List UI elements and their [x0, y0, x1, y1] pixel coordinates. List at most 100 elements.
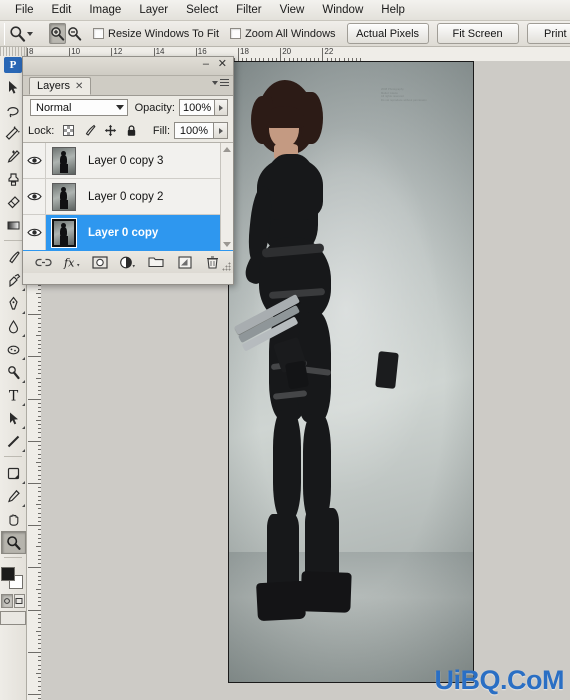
lock-label: Lock: — [28, 124, 55, 137]
standard-mode-icon[interactable] — [1, 594, 13, 608]
layer-thumbnail-1[interactable] — [50, 182, 78, 212]
menu-filter[interactable]: Filter — [227, 2, 271, 18]
screen-mode-button[interactable] — [0, 611, 26, 625]
eyedropper-more-icon — [19, 504, 25, 507]
print-size-button[interactable]: Print Size — [526, 23, 570, 44]
panel-close-button[interactable]: ✕ — [218, 58, 227, 70]
opacity-label: Opacity: — [134, 101, 175, 114]
notes-tool-icon[interactable] — [1, 462, 26, 485]
hand-tool-icon[interactable] — [1, 508, 26, 531]
fit-screen-button[interactable]: Fit Screen — [436, 23, 519, 44]
menu-view[interactable]: View — [271, 2, 314, 18]
layers-panel[interactable]: – ✕ Layers ✕ Normal Opacity: 100% Lock: … — [22, 56, 234, 285]
opacity-slider-button[interactable] — [215, 99, 228, 116]
layer-thumb-image-1 — [52, 182, 76, 211]
quick-mask-mode-icon[interactable] — [13, 594, 25, 608]
tool-preset-chevron-down-icon[interactable] — [27, 31, 33, 36]
layer-name-1[interactable]: Layer 0 copy 2 — [88, 191, 163, 203]
menu-select[interactable]: Select — [177, 2, 227, 18]
resize-windows-to-fit-checkbox[interactable]: Resize Windows To Fit — [93, 28, 219, 40]
blend-mode-chevron-down-icon — [115, 105, 124, 110]
foreground-color-swatch[interactable] — [1, 567, 15, 581]
layers-panel-titlebar[interactable]: – ✕ — [23, 57, 233, 76]
zoom-all-windows-checkbox[interactable]: Zoom All Windows — [230, 28, 336, 40]
lock-position-icon[interactable] — [103, 124, 117, 138]
quick-mask-mode-buttons[interactable] — [1, 594, 25, 608]
scroll-up-arrow-icon[interactable] — [221, 143, 234, 155]
panel-resize-grip[interactable] — [222, 262, 231, 271]
layer-name-2[interactable]: Layer 0 copy — [88, 227, 158, 239]
new-adjustment-layer-icon[interactable] — [119, 253, 137, 271]
menu-help[interactable]: Help — [372, 2, 414, 18]
zoom-out-button[interactable] — [66, 23, 83, 44]
layer-thumbnail-2[interactable] — [50, 217, 78, 248]
ruler-tick — [28, 314, 41, 316]
pen-tool-icon[interactable] — [1, 292, 26, 315]
sponge-tool-icon[interactable] — [1, 338, 26, 361]
layer-thumbnail-0[interactable] — [50, 146, 78, 176]
type-tool-icon[interactable]: T — [1, 384, 26, 407]
lock-buttons-group — [61, 124, 138, 138]
ruler-tick — [28, 567, 41, 569]
blend-mode-select[interactable]: Normal — [30, 99, 128, 116]
blur-tool-icon[interactable] — [1, 315, 26, 338]
zoom-all-windows-checkbox-box[interactable] — [230, 28, 242, 39]
eyedropper-tool-icon[interactable] — [1, 485, 26, 508]
panel-menu-button[interactable] — [212, 79, 229, 86]
tab-layers[interactable]: Layers ✕ — [29, 77, 92, 95]
layer-visibility-toggle-0[interactable] — [23, 143, 46, 178]
menu-layer[interactable]: Layer — [130, 2, 177, 18]
lock-image-pixels-icon[interactable] — [82, 124, 96, 138]
layer-style-fx-icon[interactable]: fx — [62, 253, 80, 271]
layer-visibility-toggle-1[interactable] — [23, 179, 46, 214]
options-bar-grip[interactable] — [4, 22, 5, 45]
layer-row-1[interactable]: Layer 0 copy 2 — [23, 179, 233, 215]
lock-fill-row: Lock: Fill: 100% — [23, 119, 233, 142]
line-more-icon — [19, 449, 25, 452]
ruler-label: 18 — [240, 47, 249, 56]
zoom-tool-icon[interactable] — [0, 531, 26, 554]
ruler-label: 10 — [71, 47, 81, 56]
menu-file[interactable]: File — [6, 2, 43, 18]
delete-layer-icon[interactable] — [204, 253, 222, 271]
dodge-tool-icon[interactable] — [1, 361, 26, 384]
new-group-icon[interactable] — [147, 253, 165, 271]
actual-pixels-button[interactable]: Actual Pixels — [346, 23, 429, 44]
scroll-down-arrow-icon[interactable] — [221, 238, 234, 250]
add-layer-mask-icon[interactable] — [91, 253, 109, 271]
layer-list[interactable]: Layer 0 copy 3 Layer 0 copy 2 Layer 0 co… — [23, 142, 233, 251]
new-layer-icon[interactable] — [176, 253, 194, 271]
layer-thumb-image-2 — [51, 217, 77, 248]
active-tool-zoom-icon[interactable] — [9, 24, 26, 44]
link-layers-icon[interactable] — [34, 253, 52, 271]
ruler-tick — [28, 609, 41, 611]
resize-windows-checkbox-box[interactable] — [93, 28, 104, 39]
layers-panel-tabrow: Layers ✕ — [23, 76, 233, 96]
menu-window[interactable]: Window — [313, 2, 372, 18]
menu-edit[interactable]: Edit — [43, 2, 81, 18]
color-swatches[interactable] — [0, 566, 26, 590]
path-selection-tool-icon[interactable] — [1, 407, 26, 430]
layer-name-0[interactable]: Layer 0 copy 3 — [88, 155, 163, 167]
menu-bar: File Edit Image Layer Select Filter View… — [0, 0, 570, 21]
line-tool-icon[interactable] — [1, 430, 26, 453]
layer-row-0[interactable]: Layer 0 copy 3 — [23, 143, 233, 179]
layer-visibility-toggle-2[interactable] — [23, 215, 46, 250]
ruler-tick — [238, 48, 239, 61]
blend-opacity-row: Normal Opacity: 100% — [23, 96, 233, 119]
panel-minimize-button[interactable]: – — [203, 58, 209, 70]
layer-list-scrollbar[interactable] — [220, 143, 233, 250]
tab-layers-label: Layers — [37, 80, 71, 92]
image-canvas[interactable]: 2008 Photography Model: Alexia All right… — [228, 61, 474, 683]
zoom-in-button[interactable] — [49, 23, 66, 44]
lock-transparent-pixels-icon[interactable] — [61, 124, 75, 138]
fill-input[interactable]: 100% — [174, 122, 214, 139]
layer-thumb-image-0 — [52, 146, 76, 175]
opacity-input[interactable]: 100% — [178, 99, 216, 116]
toolbox-grip[interactable] — [0, 47, 26, 56]
menu-image[interactable]: Image — [80, 2, 130, 18]
lock-all-icon[interactable] — [124, 124, 138, 138]
fill-slider-button[interactable] — [214, 122, 228, 139]
layer-row-2[interactable]: Layer 0 copy — [23, 215, 233, 251]
tab-layers-close-icon[interactable]: ✕ — [75, 81, 83, 92]
